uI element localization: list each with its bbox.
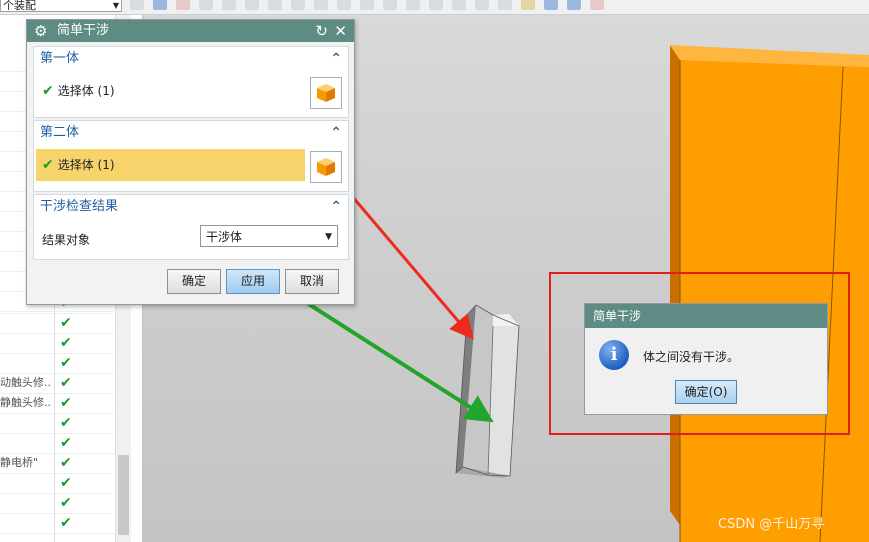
chevron-down-icon: ▼ bbox=[325, 232, 332, 242]
interference-result-title: 干涉检查结果 bbox=[40, 199, 119, 214]
dialog-title: 简单干涉 bbox=[57, 23, 110, 38]
cube-icon bbox=[317, 84, 335, 102]
second-body-title: 第二体 bbox=[40, 125, 80, 140]
interference-result-group: 干涉检查结果 ⌃ 结果对象 干涉体 ▼ bbox=[33, 194, 349, 260]
ok-button[interactable]: 确定 bbox=[167, 269, 221, 294]
collapse-icon[interactable]: ⌃ bbox=[330, 47, 342, 71]
cube-icon bbox=[317, 158, 335, 176]
select-body-button[interactable] bbox=[310, 77, 342, 109]
dialog-title-bar[interactable]: ⚙ 简单干涉 ↻ ✕ bbox=[27, 20, 354, 42]
checkmark-icon: ✔ bbox=[42, 157, 54, 173]
collapse-icon[interactable]: ⌃ bbox=[330, 195, 342, 219]
result-object-value: 干涉体 bbox=[206, 230, 243, 244]
first-body-select-row[interactable]: ✔ 选择体 (1) bbox=[36, 75, 305, 107]
cancel-button[interactable]: 取消 bbox=[285, 269, 339, 294]
second-body-select-label: 选择体 (1) bbox=[57, 158, 115, 172]
reset-icon[interactable]: ↻ bbox=[315, 20, 328, 42]
result-object-select[interactable]: 干涉体 ▼ bbox=[200, 225, 338, 247]
second-body-header[interactable]: 第二体 ⌃ bbox=[34, 121, 348, 145]
first-body-header[interactable]: 第一体 ⌃ bbox=[34, 47, 348, 71]
apply-button[interactable]: 应用 bbox=[226, 269, 280, 294]
second-body-select-row[interactable]: ✔ 选择体 (1) bbox=[36, 149, 305, 181]
first-body-title: 第一体 bbox=[40, 51, 80, 66]
collapse-icon[interactable]: ⌃ bbox=[330, 121, 342, 145]
simple-interference-dialog: ⚙ 简单干涉 ↻ ✕ 第一体 ⌃ ✔ 选择体 (1) 第二体 ⌃ ✔ 选择体 (1) bbox=[26, 19, 355, 305]
highlight-box bbox=[549, 272, 850, 435]
close-icon[interactable]: ✕ bbox=[334, 20, 347, 42]
first-body-group: 第一体 ⌃ ✔ 选择体 (1) bbox=[33, 46, 349, 118]
checkmark-icon: ✔ bbox=[42, 83, 54, 99]
gear-icon[interactable]: ⚙ bbox=[34, 20, 47, 42]
select-body-button[interactable] bbox=[310, 151, 342, 183]
second-body-group: 第二体 ⌃ ✔ 选择体 (1) bbox=[33, 120, 349, 192]
first-body-select-label: 选择体 (1) bbox=[57, 84, 115, 98]
interference-result-header[interactable]: 干涉检查结果 ⌃ bbox=[34, 195, 348, 219]
watermark: CSDN @千山万寻 bbox=[718, 517, 825, 532]
result-object-label: 结果对象 bbox=[42, 233, 91, 247]
